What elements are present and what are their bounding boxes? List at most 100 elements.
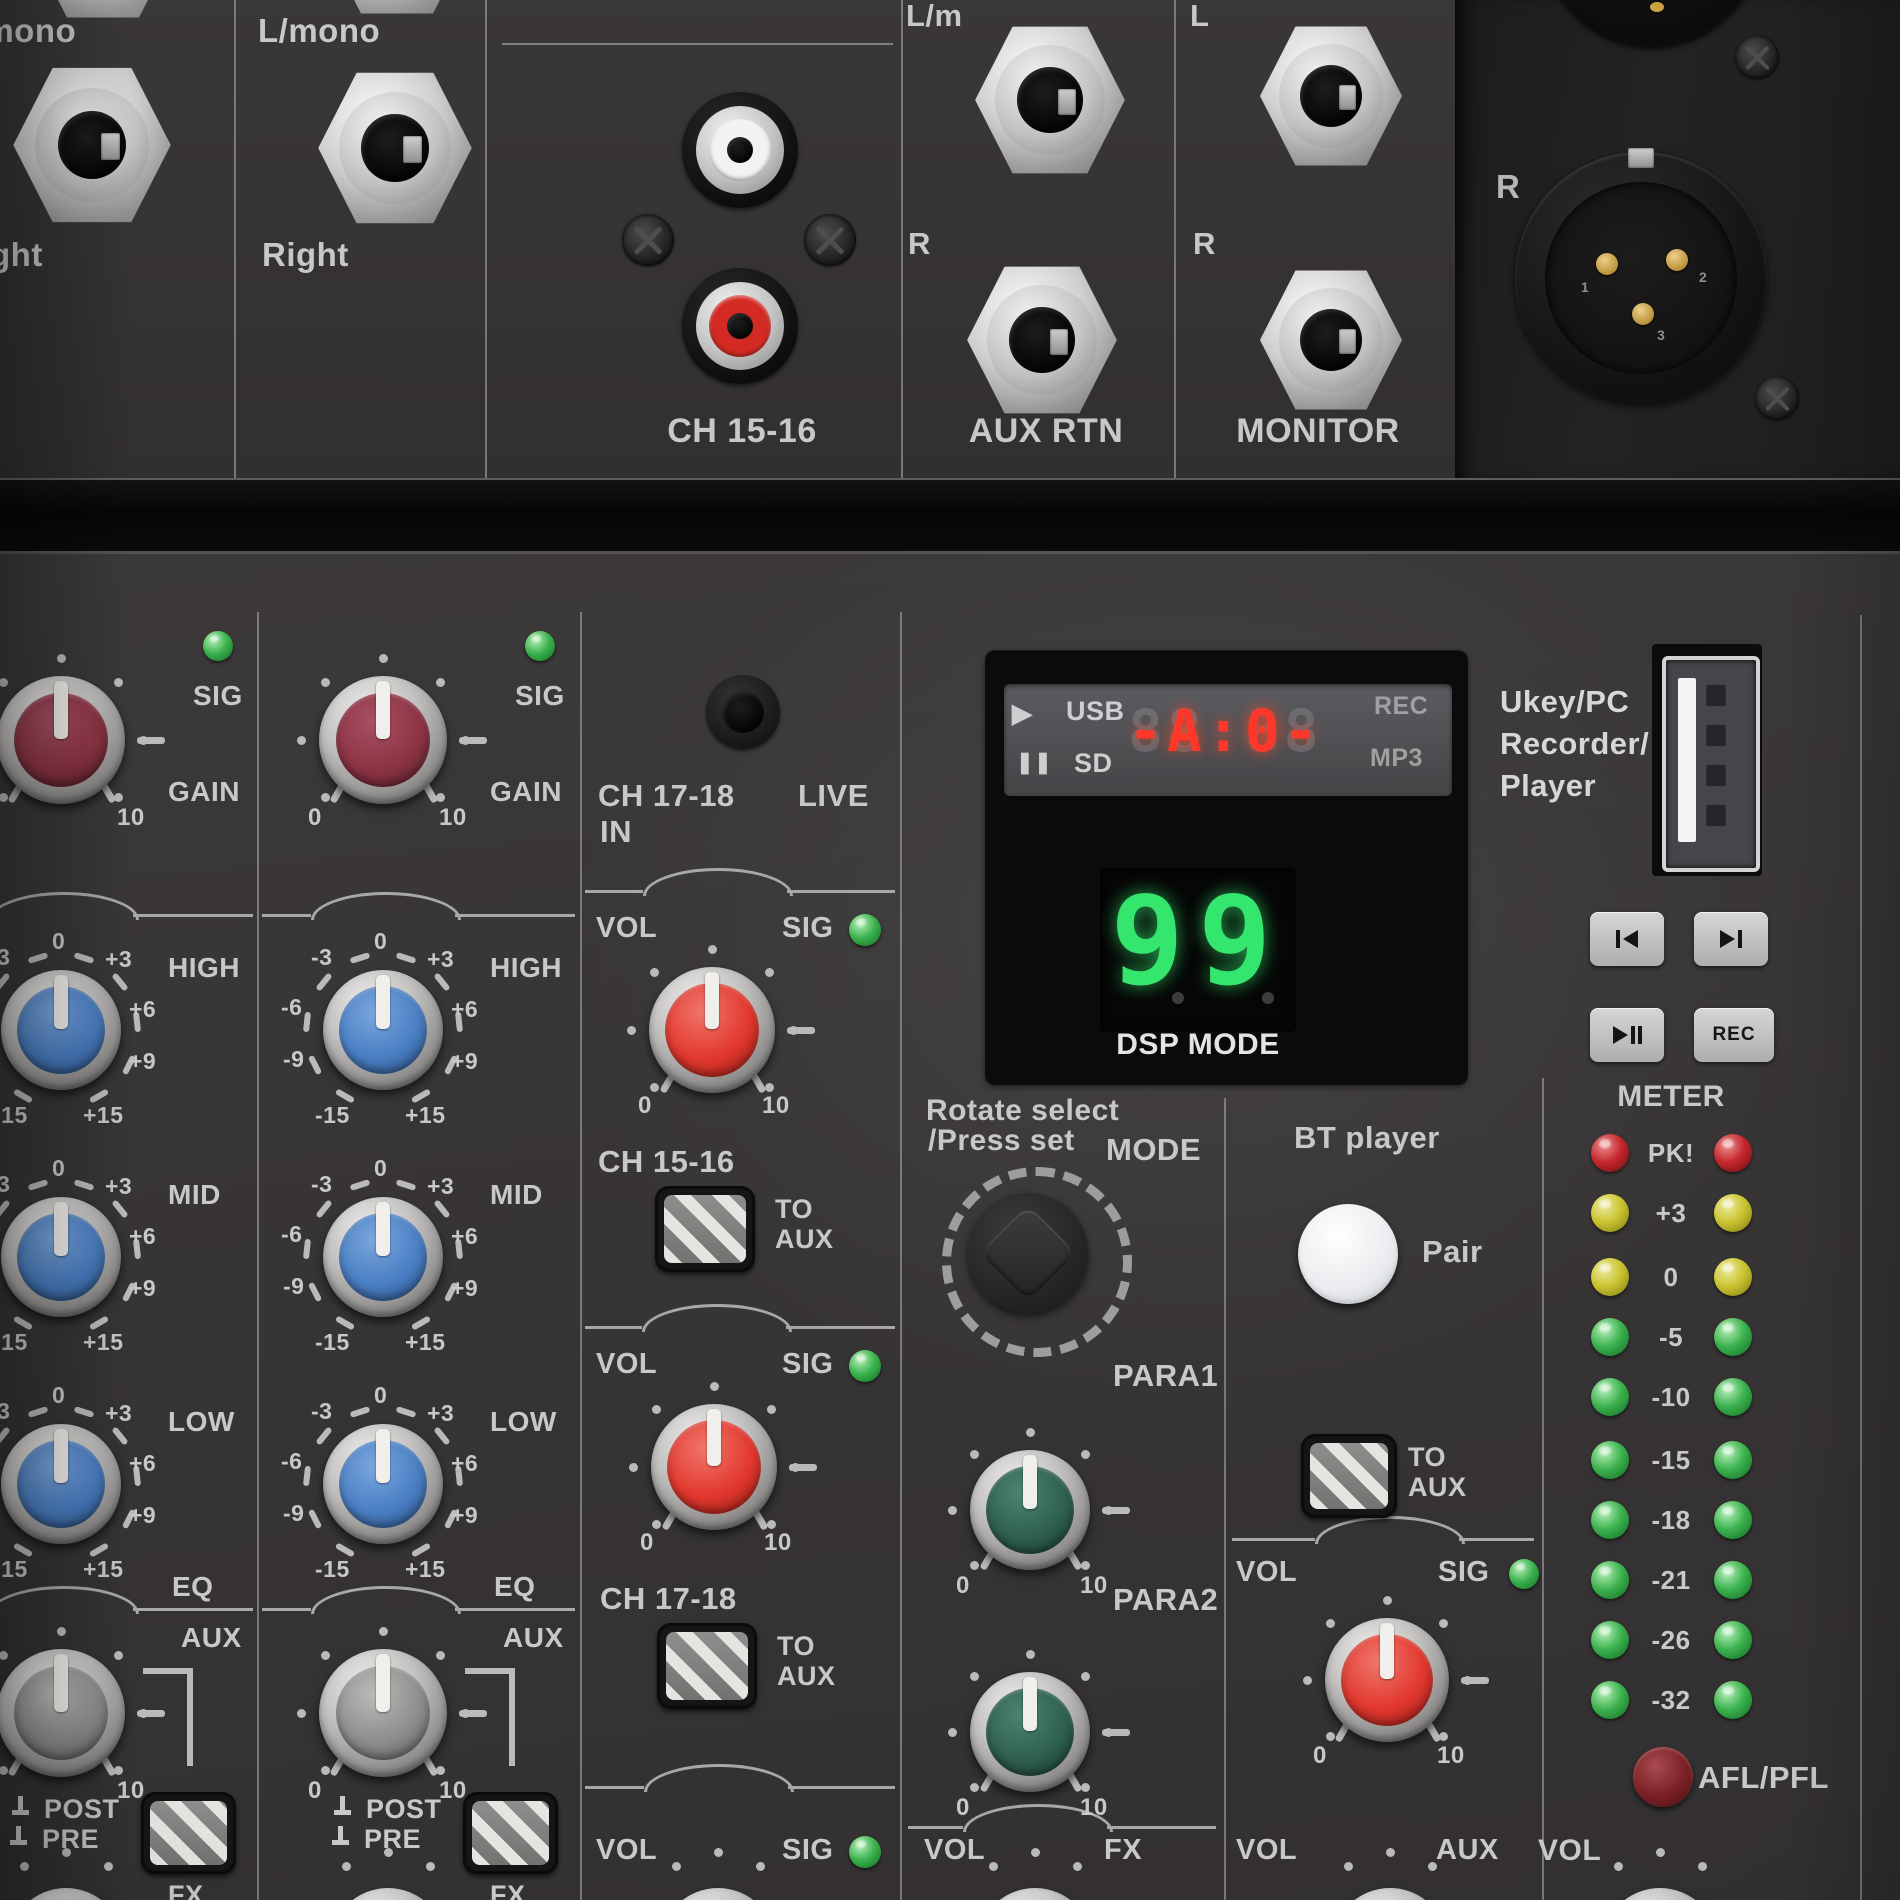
ch2-post-pre-button[interactable] <box>463 1792 558 1874</box>
ch-eq_ticks-6-label: +9 <box>129 1277 156 1300</box>
bt-vol-knob-tick-dot <box>1303 1676 1312 1685</box>
ch-low-label: LOW <box>168 1408 235 1436</box>
bt-to-aux-button[interactable] <box>1301 1434 1397 1518</box>
live-vol2-knob-tick-dot <box>710 1382 719 1391</box>
ch-ten-label: 10 <box>1080 1574 1108 1598</box>
dsp-sd-label: SD <box>1074 750 1113 777</box>
ch1-post-pre-button-face <box>150 1801 227 1865</box>
ch-eq_ticks-1-label: 0 <box>52 1384 65 1407</box>
ch1-aux-knob-tick-dot <box>57 1627 66 1636</box>
live-vol1-knob-pointer <box>705 972 719 1029</box>
ch1-aux-knob-tick-dot <box>0 1651 8 1660</box>
ch-zero-label: 0 <box>308 1779 322 1803</box>
dsp-usb-label: USB <box>1066 698 1125 725</box>
top-mon-r-label: R <box>1193 228 1216 259</box>
record-button[interactable]: REC <box>1694 1008 1774 1062</box>
rca-white-hole <box>727 137 753 163</box>
cut-knob-dot <box>20 1862 29 1871</box>
bt-vol-knob-tick-dot <box>1439 1619 1448 1628</box>
ch-sig-label: SIG <box>193 682 243 710</box>
bracket-line <box>787 890 895 893</box>
ch1-post-pre-button[interactable] <box>141 1792 236 1874</box>
meter-led-left-4 <box>1591 1378 1629 1416</box>
mini-jack-hole <box>722 691 764 733</box>
ch-eq_ticks-6-label: +9 <box>129 1504 156 1527</box>
ch-zero-label: 0 <box>956 1796 970 1820</box>
live-ch15-16-to-aux-button[interactable] <box>655 1186 755 1272</box>
ch-eq_ticks-4-label: +6 <box>451 998 478 1021</box>
bracket-line <box>585 890 643 893</box>
ch-gain-label: GAIN <box>168 778 240 806</box>
lcd-track-display: -A:0- <box>1128 702 1323 760</box>
play-pause-button[interactable] <box>1590 1008 1664 1062</box>
ch-eq_ticks-0-label: -3 <box>311 946 332 969</box>
meter-scale-label-2: 0 <box>1664 1264 1679 1290</box>
afl-pfl-button[interactable] <box>1633 1747 1693 1807</box>
bracket-line <box>455 914 575 917</box>
play-pause-button-glyph <box>1613 1026 1628 1044</box>
ch-eq_ticks-2-label: +3 <box>427 948 454 971</box>
live-sig-label: SIG <box>782 914 833 943</box>
usb-contact-0 <box>1706 684 1726 706</box>
dsp-para2-knob-tick-dot <box>948 1728 957 1737</box>
prev-track-button-glyph <box>1623 930 1638 948</box>
ch-eq_ticks-5-label: -9 <box>283 1502 304 1525</box>
ch-eq_ticks-3-label: -6 <box>281 1223 302 1246</box>
bracket-line <box>1232 1538 1315 1541</box>
bt-vol-knob-mid-dash <box>1461 1677 1489 1684</box>
bt-aux-label: AUX <box>1408 1474 1467 1501</box>
pre-fader-icon <box>10 1826 26 1846</box>
ch1-gain-knob-tick-dot <box>114 678 123 687</box>
usb-contact-1 <box>1706 724 1726 746</box>
bt-vol-knob-tick-dot <box>1383 1596 1392 1605</box>
live-to-label: TO <box>777 1633 815 1660</box>
meter-led-right-2 <box>1714 1258 1752 1296</box>
cut-knob-dot <box>989 1862 998 1871</box>
meter-led-right-5 <box>1714 1441 1752 1479</box>
ch-zero-label: 0 <box>956 1574 970 1598</box>
pre-fader-icon <box>332 1826 348 1846</box>
monitor-left-jack-contact <box>1339 85 1356 110</box>
ch-eq-label: EQ <box>172 1573 213 1601</box>
ch-eq_ticks-1-label: 0 <box>374 1384 387 1407</box>
play-pause-button-glyph <box>1638 1026 1642 1044</box>
ch2-high-knob-pointer <box>376 975 389 1029</box>
ch2-gain-knob-tick-dot <box>297 736 306 745</box>
top-xlr-pins-2-label: 3 <box>1657 328 1665 342</box>
bt-pair-button[interactable] <box>1298 1204 1398 1304</box>
ch-eq_ticks-6-label: +9 <box>451 1050 478 1073</box>
meter-led-right-0 <box>1714 1134 1752 1172</box>
cut-knob-dot <box>672 1862 681 1871</box>
ch-mid-label: MID <box>168 1181 221 1209</box>
screw-3 <box>1755 376 1799 420</box>
ch-eq_ticks-3-label: -6 <box>281 1450 302 1473</box>
live-aux-label: AUX <box>777 1663 836 1690</box>
main-right-jack-contact <box>403 136 421 163</box>
cut-knob-dot <box>1031 1848 1040 1857</box>
cut-knob-dot <box>756 1862 765 1871</box>
live-live-label: LIVE <box>798 780 869 811</box>
live-vol2-knob-tick-dot <box>767 1405 776 1414</box>
ch-ten-label: 10 <box>764 1531 792 1555</box>
ch-pre-label: PRE <box>364 1826 421 1853</box>
meter-led-right-4 <box>1714 1378 1752 1416</box>
xlr-pin-2 <box>1666 249 1688 271</box>
usb-port-tongue-white <box>1678 678 1696 842</box>
dsp-para1-knob-tick-dot <box>1081 1561 1090 1570</box>
live-ch17-18-to-aux-button[interactable] <box>657 1623 757 1709</box>
bt-to-label: TO <box>1408 1444 1446 1471</box>
monitor-right-jack-contact <box>1339 329 1356 354</box>
ch1-sig-led <box>203 631 233 661</box>
meter-scale-label-1: +3 <box>1656 1200 1687 1226</box>
meter-scale-label-3: -5 <box>1659 1324 1683 1350</box>
live-aux-label: AUX <box>775 1226 834 1253</box>
ch-eq_ticks-6-label: +9 <box>451 1504 478 1527</box>
meter-scale-label-4: -10 <box>1651 1384 1690 1410</box>
cut-knob-dot <box>1614 1862 1623 1871</box>
panel-column-separator <box>900 612 902 1900</box>
top-mon-label-label: MONITOR <box>1236 414 1399 448</box>
next-track-button[interactable] <box>1694 912 1768 966</box>
screw-2 <box>1735 35 1779 79</box>
cut-knob-dot <box>342 1862 351 1871</box>
prev-track-button[interactable] <box>1590 912 1664 966</box>
